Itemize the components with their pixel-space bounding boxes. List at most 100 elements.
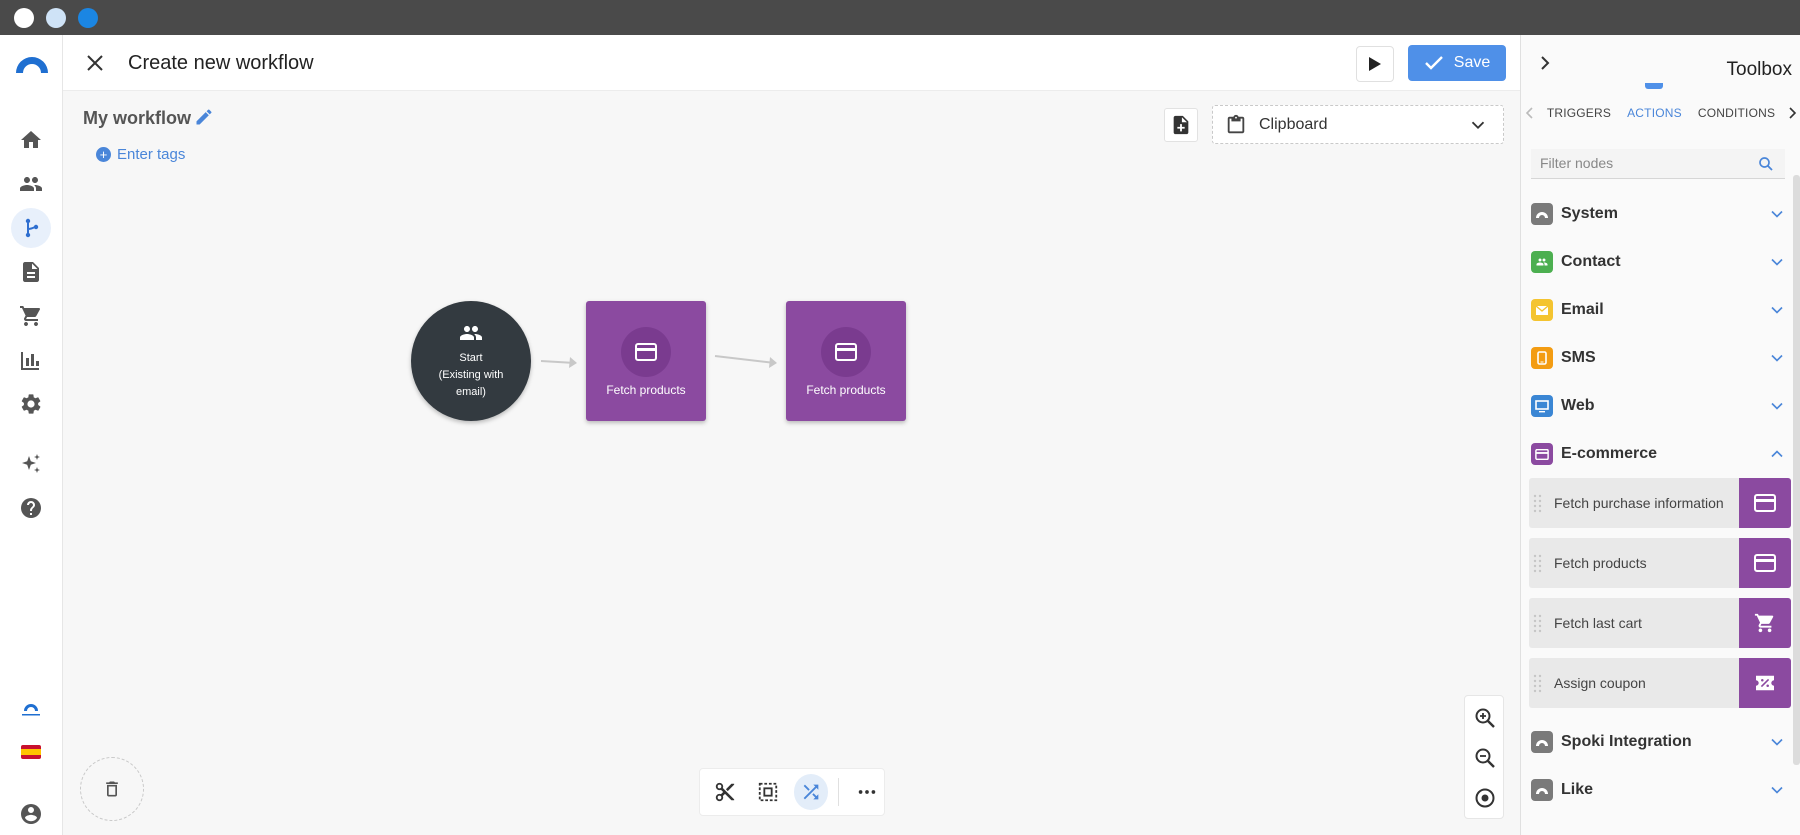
toolbox-scrollbar[interactable] xyxy=(1793,175,1800,765)
zoom-controls xyxy=(1464,695,1504,819)
window-minimize-control[interactable] xyxy=(46,8,66,28)
center-view-icon[interactable] xyxy=(1473,786,1497,810)
category-label: System xyxy=(1561,205,1618,222)
nav-reports[interactable] xyxy=(11,340,51,380)
start-node-label: Start (Existing with email) xyxy=(421,350,521,401)
zoom-in-icon[interactable] xyxy=(1473,706,1497,730)
drag-handle-icon[interactable] xyxy=(1532,552,1544,574)
tool-fetch-products[interactable]: Fetch products xyxy=(1529,538,1791,588)
nav-settings[interactable] xyxy=(11,384,51,424)
settings-icon xyxy=(21,394,41,414)
nav-ai[interactable] xyxy=(11,444,51,484)
trash-icon xyxy=(106,781,118,797)
nav-help[interactable] xyxy=(11,488,51,528)
category-contact[interactable]: Contact xyxy=(1531,244,1787,280)
card-icon xyxy=(635,343,657,361)
tabs-next-icon[interactable] xyxy=(1783,103,1800,123)
nav-brand[interactable] xyxy=(11,688,51,728)
node-label: Fetch products xyxy=(606,383,686,397)
toolbox-panel: Toolbox TRIGGERS ACTIONS CONDITIONS Syst… xyxy=(1520,35,1800,835)
category-email[interactable]: Email xyxy=(1531,292,1787,328)
zoom-out-icon[interactable] xyxy=(1473,746,1497,770)
save-button[interactable]: Save xyxy=(1408,45,1506,81)
nav-language[interactable] xyxy=(11,732,51,772)
account-icon xyxy=(21,804,41,824)
category-label: Like xyxy=(1561,781,1594,798)
category-spoki-integration[interactable]: Spoki Integration xyxy=(1531,724,1787,760)
app-logo-icon[interactable] xyxy=(12,53,52,77)
filter-nodes-input[interactable] xyxy=(1531,149,1741,177)
chevron-down-icon xyxy=(1771,738,1783,746)
left-nav xyxy=(0,35,63,835)
contact-icon xyxy=(1531,251,1553,273)
tabs-prev-icon[interactable] xyxy=(1521,103,1539,123)
play-icon xyxy=(1369,57,1381,71)
tab-actions[interactable]: ACTIONS xyxy=(1619,106,1690,120)
close-button[interactable] xyxy=(81,49,109,77)
sparkle-icon xyxy=(22,454,40,473)
delete-dropzone[interactable] xyxy=(80,757,144,821)
nav-documents[interactable] xyxy=(11,252,51,292)
fetch-products-node-2[interactable]: Fetch products xyxy=(786,301,906,421)
category-label: Email xyxy=(1561,301,1604,318)
edge-start-to-fetch-arrow xyxy=(569,357,577,368)
coupon-icon xyxy=(1739,658,1791,708)
tool-label: Assign coupon xyxy=(1554,675,1646,691)
tool-assign-coupon[interactable]: Assign coupon xyxy=(1529,658,1791,708)
document-icon xyxy=(23,262,39,282)
tool-fetch-last-cart[interactable]: Fetch last cart xyxy=(1529,598,1791,648)
chevron-right-icon[interactable] xyxy=(1533,51,1557,75)
close-icon xyxy=(87,55,103,71)
email-icon xyxy=(1531,299,1553,321)
start-node[interactable]: Start (Existing with email) xyxy=(411,301,531,421)
edge-fetch-to-fetch-arrow xyxy=(769,357,777,368)
run-button[interactable] xyxy=(1356,46,1394,82)
window-maximize-control[interactable] xyxy=(78,8,98,28)
nav-ecommerce[interactable] xyxy=(11,296,51,336)
page-title: Create new workflow xyxy=(128,52,314,74)
card-icon xyxy=(1739,538,1791,588)
auto-layout-button[interactable] xyxy=(793,774,829,810)
workflow-canvas[interactable]: My workflow + Enter tags Clipboard Start… xyxy=(63,91,1520,835)
window-close-control[interactable] xyxy=(14,8,34,28)
chart-icon xyxy=(21,352,39,370)
canvas-toolbar xyxy=(699,768,885,816)
filter-nodes-field[interactable] xyxy=(1531,149,1785,179)
category-sms[interactable]: SMS xyxy=(1531,340,1787,376)
nav-workflows[interactable] xyxy=(11,208,51,248)
category-label: Contact xyxy=(1561,253,1621,270)
nav-home[interactable] xyxy=(11,120,51,160)
drag-handle-icon[interactable] xyxy=(1532,612,1544,634)
nav-contacts[interactable] xyxy=(11,164,51,204)
tab-triggers[interactable]: TRIGGERS xyxy=(1539,106,1619,120)
nav-account[interactable] xyxy=(11,794,51,834)
cut-button[interactable] xyxy=(708,774,743,810)
window-titlebar xyxy=(0,0,1800,35)
category-like[interactable]: Like xyxy=(1531,772,1787,808)
tool-label: Fetch last cart xyxy=(1554,615,1642,631)
people-icon xyxy=(20,177,42,191)
toolbox-title: Toolbox xyxy=(1726,59,1793,80)
scissors-icon xyxy=(716,782,735,802)
system-icon xyxy=(1531,731,1553,753)
more-horizontal-icon xyxy=(858,790,875,794)
category-label: Web xyxy=(1561,397,1595,414)
drag-handle-icon[interactable] xyxy=(1532,672,1544,694)
more-options-button[interactable] xyxy=(849,774,884,810)
toolbar-divider xyxy=(838,778,840,806)
tool-fetch-purchase-information[interactable]: Fetch purchase information xyxy=(1529,478,1791,528)
select-area-button[interactable] xyxy=(751,774,786,810)
chevron-down-icon xyxy=(1771,210,1783,218)
connectif-logo-icon xyxy=(22,704,40,716)
category-web[interactable]: Web xyxy=(1531,388,1787,424)
category-system[interactable]: System xyxy=(1531,196,1787,232)
chevron-down-icon xyxy=(1771,354,1783,362)
people-icon xyxy=(460,326,482,340)
fetch-products-node-1[interactable]: Fetch products xyxy=(586,301,706,421)
drag-handle-icon[interactable] xyxy=(1532,492,1544,514)
category-ecommerce[interactable]: E-commerce xyxy=(1531,436,1787,472)
tab-indicator xyxy=(1645,83,1663,89)
chevron-down-icon xyxy=(1771,306,1783,314)
system-icon xyxy=(1531,779,1553,801)
tab-conditions[interactable]: CONDITIONS xyxy=(1690,106,1783,120)
